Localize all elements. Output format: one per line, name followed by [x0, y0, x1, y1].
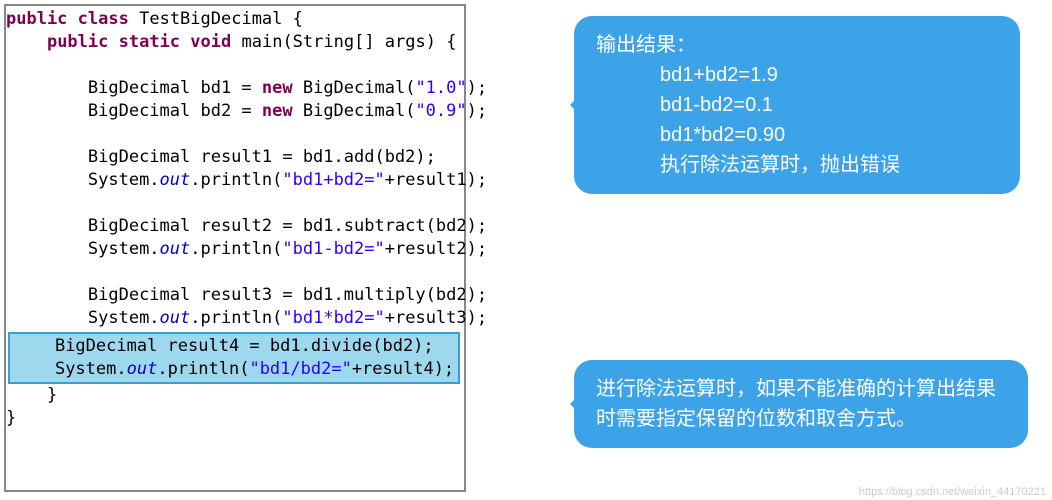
kw-new: new — [262, 101, 293, 121]
code-line: .println( — [190, 308, 282, 328]
code-line: BigDecimal bd2 = — [88, 101, 262, 121]
kw-public: public — [6, 9, 67, 29]
kw-void: void — [190, 32, 231, 52]
class-name: TestBigDecimal { — [139, 9, 303, 29]
code-line: BigDecimal bd1 = — [88, 78, 262, 98]
code-close: } } — [6, 384, 464, 430]
highlight-box: BigDecimal result4 = bd1.divide(bd2); Sy… — [8, 332, 460, 384]
field-out: out — [160, 239, 191, 259]
code-line: +result1); — [385, 170, 487, 190]
code-line: .println( — [157, 359, 249, 379]
output-line: bd1-bd2=0.1 — [660, 94, 773, 116]
code-panel: public class TestBigDecimal { public sta… — [4, 4, 466, 492]
code-line: .println( — [190, 239, 282, 259]
bubble-title: 输出结果： — [596, 30, 998, 60]
brace: } — [6, 408, 16, 428]
kw-class: class — [78, 9, 129, 29]
string-lit: "bd1+bd2=" — [282, 170, 384, 190]
code-line: +result3); — [385, 308, 487, 328]
code-line: +result4); — [352, 359, 454, 379]
output-line: bd1*bd2=0.90 — [660, 124, 785, 146]
method-sig: main(String[] args) { — [242, 32, 457, 52]
code-line: BigDecimal result1 = bd1.add(bd2); — [88, 147, 436, 167]
code-line: BigDecimal( — [293, 101, 416, 121]
code-line: BigDecimal result4 = bd1.divide(bd2); — [55, 336, 434, 356]
code-line: BigDecimal( — [293, 78, 416, 98]
highlight-code: BigDecimal result4 = bd1.divide(bd2); Sy… — [14, 335, 454, 381]
string-lit: "bd1*bd2=" — [282, 308, 384, 328]
code-line: ); — [467, 78, 487, 98]
code-line: System. — [55, 359, 127, 379]
kw-new: new — [262, 78, 293, 98]
code-line: BigDecimal result2 = bd1.subtract(bd2); — [88, 216, 487, 236]
code-line: BigDecimal result3 = bd1.multiply(bd2); — [88, 285, 487, 305]
code-line: +result2); — [385, 239, 487, 259]
code-line: .println( — [190, 170, 282, 190]
note-text: 进行除法运算时，如果不能准确的计算出结果时需要指定保留的位数和取舍方式。 — [596, 378, 996, 430]
output-line: 执行除法运算时，抛出错误 — [660, 154, 900, 176]
output-bubble: 输出结果： bd1+bd2=1.9 bd1-bd2=0.1 bd1*bd2=0.… — [574, 16, 1020, 194]
note-bubble: 进行除法运算时，如果不能准确的计算出结果时需要指定保留的位数和取舍方式。 — [574, 360, 1028, 448]
field-out: out — [127, 359, 158, 379]
string-lit: "bd1/bd2=" — [249, 359, 351, 379]
string-lit: "1.0" — [415, 78, 466, 98]
output-line: bd1+bd2=1.9 — [660, 64, 778, 86]
field-out: out — [160, 170, 191, 190]
code-line: System. — [88, 239, 160, 259]
code-line: System. — [88, 170, 160, 190]
code-line: ); — [467, 101, 487, 121]
watermark: https://blog.csdn.net/weixin_44170221 — [859, 486, 1046, 498]
string-lit: "bd1-bd2=" — [282, 239, 384, 259]
kw-public: public — [47, 32, 108, 52]
brace: } — [47, 385, 57, 405]
string-lit: "0.9" — [415, 101, 466, 121]
code-line: System. — [88, 308, 160, 328]
kw-static: static — [119, 32, 180, 52]
code-content: public class TestBigDecimal { public sta… — [6, 8, 464, 330]
field-out: out — [160, 308, 191, 328]
